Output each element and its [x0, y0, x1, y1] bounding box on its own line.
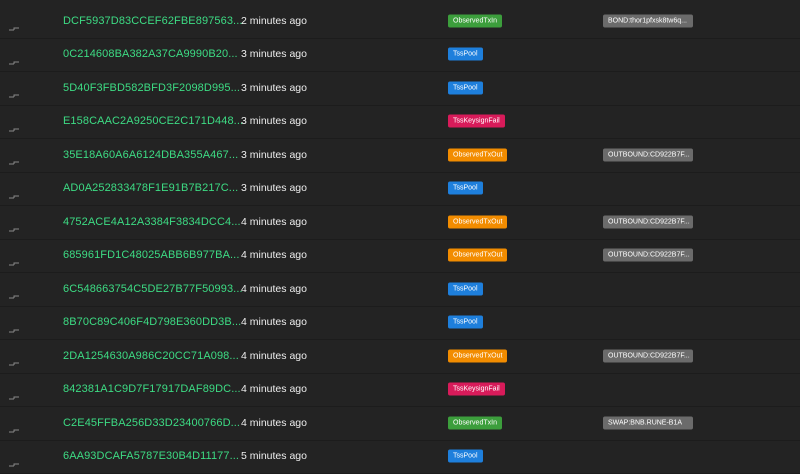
- transfer-arrow-icon: [9, 287, 19, 293]
- tx-hash-link[interactable]: E158CAAC2A9250CE2C171D448...: [63, 105, 243, 139]
- transfer-arrow-icon: [9, 455, 19, 461]
- transfer-arrow-icon: [9, 421, 19, 427]
- tx-type-badge: ObservedTxOut: [448, 249, 507, 262]
- tx-time: 2 minutes ago: [241, 4, 307, 38]
- transfer-arrow-icon: [9, 153, 19, 159]
- tx-time: 4 minutes ago: [241, 339, 307, 373]
- transfer-arrow-icon: [9, 120, 19, 126]
- transaction-row[interactable]: E158CAAC2A9250CE2C171D448...3 minutes ag…: [0, 105, 800, 140]
- transaction-row[interactable]: C2E45FFBA256D33D23400766D...4 minutes ag…: [0, 406, 800, 441]
- tx-hash-link[interactable]: 5D40F3FBD582BFD3F2098D995...: [63, 71, 240, 105]
- transaction-row[interactable]: 842381A1C9D7F17917DAF89DC...4 minutes ag…: [0, 373, 800, 408]
- transfer-arrow-icon: [9, 321, 19, 327]
- tx-hash-link[interactable]: 0C214608BA382A37CA9990B20...: [63, 38, 238, 72]
- transaction-row[interactable]: 8B70C89C406F4D798E360DD3B...4 minutes ag…: [0, 306, 800, 341]
- tx-type-badge: TssPool: [448, 81, 483, 94]
- transaction-row[interactable]: 4752ACE4A12A3384F3834DCC4...4 minutes ag…: [0, 205, 800, 240]
- tx-time: 3 minutes ago: [241, 71, 307, 105]
- tx-time: 4 minutes ago: [241, 406, 307, 440]
- tx-type-badge: ObservedTxOut: [448, 349, 507, 362]
- transaction-row[interactable]: 6AA93DCAFA5787E30B4D11177...5 minutes ag…: [0, 440, 800, 474]
- tx-time: 4 minutes ago: [241, 272, 307, 306]
- tx-time: 3 minutes ago: [241, 172, 307, 206]
- tx-time: 3 minutes ago: [241, 105, 307, 139]
- tx-type-badge: TssPool: [448, 282, 483, 295]
- transaction-row[interactable]: 685961FD1C48025ABB6B977BA...4 minutes ag…: [0, 239, 800, 274]
- transfer-arrow-icon: [9, 220, 19, 226]
- transfer-arrow-icon: [9, 388, 19, 394]
- tx-type-badge: ObservedTxIn: [448, 14, 502, 27]
- transaction-row[interactable]: 35E18A60A6A6124DBA355A467...3 minutes ag…: [0, 138, 800, 173]
- tx-time: 4 minutes ago: [241, 373, 307, 407]
- transaction-row[interactable]: DCF5937D83CCEF62FBE897563...2 minutes ag…: [0, 4, 800, 39]
- transfer-arrow-icon: [9, 354, 19, 360]
- tx-memo-badge: OUTBOUND:CD922B7F...: [603, 215, 693, 228]
- tx-memo-badge: BOND:thor1pfxsk8tw6q...: [603, 14, 693, 27]
- tx-hash-link[interactable]: 685961FD1C48025ABB6B977BA...: [63, 239, 239, 273]
- tx-memo-badge: OUTBOUND:CD922B7F...: [603, 249, 693, 262]
- tx-type-badge: TssPool: [448, 316, 483, 329]
- tx-memo-badge: OUTBOUND:CD922B7F...: [603, 148, 693, 161]
- transaction-row[interactable]: 0C214608BA382A37CA9990B20...3 minutes ag…: [0, 38, 800, 73]
- tx-time: 4 minutes ago: [241, 205, 307, 239]
- transfer-arrow-icon: [9, 53, 19, 59]
- tx-hash-link[interactable]: 35E18A60A6A6124DBA355A467...: [63, 138, 238, 172]
- tx-hash-link[interactable]: 842381A1C9D7F17917DAF89DC...: [63, 373, 241, 407]
- tx-hash-link[interactable]: 4752ACE4A12A3384F3834DCC4...: [63, 205, 241, 239]
- tx-time: 4 minutes ago: [241, 306, 307, 340]
- tx-hash-link[interactable]: 2DA1254630A986C20CC71A098...: [63, 339, 239, 373]
- tx-type-badge: TssKeysignFail: [448, 383, 505, 396]
- transaction-row[interactable]: 6C548663754C5DE27B77F50993...4 minutes a…: [0, 272, 800, 307]
- transaction-row[interactable]: 2DA1254630A986C20CC71A098...4 minutes ag…: [0, 339, 800, 374]
- tx-type-badge: ObservedTxIn: [448, 416, 502, 429]
- tx-type-badge: ObservedTxOut: [448, 215, 507, 228]
- transfer-arrow-icon: [9, 254, 19, 260]
- tx-memo-badge: SWAP:BNB.RUNE-B1A: [603, 416, 693, 429]
- tx-hash-link[interactable]: 8B70C89C406F4D798E360DD3B...: [63, 306, 241, 340]
- tx-time: 3 minutes ago: [241, 138, 307, 172]
- tx-time: 3 minutes ago: [241, 38, 307, 72]
- tx-time: 4 minutes ago: [241, 239, 307, 273]
- tx-type-badge: TssPool: [448, 48, 483, 61]
- transaction-row[interactable]: AD0A252833478F1E91B7B217C...3 minutes ag…: [0, 172, 800, 207]
- tx-hash-link[interactable]: 6C548663754C5DE27B77F50993...: [63, 272, 243, 306]
- transfer-arrow-icon: [9, 86, 19, 92]
- tx-hash-link[interactable]: C2E45FFBA256D33D23400766D...: [63, 406, 240, 440]
- transfer-arrow-icon: [9, 19, 19, 25]
- tx-type-badge: TssPool: [448, 450, 483, 463]
- tx-type-badge: TssKeysignFail: [448, 115, 505, 128]
- transaction-list: DCF5937D83CCEF62FBE897563...2 minutes ag…: [0, 0, 800, 462]
- tx-memo-badge: OUTBOUND:CD922B7F...: [603, 349, 693, 362]
- tx-hash-link[interactable]: 6AA93DCAFA5787E30B4D11177...: [63, 440, 239, 474]
- transfer-arrow-icon: [9, 187, 19, 193]
- tx-hash-link[interactable]: DCF5937D83CCEF62FBE897563...: [63, 4, 243, 38]
- tx-type-badge: TssPool: [448, 182, 483, 195]
- transaction-row[interactable]: 5D40F3FBD582BFD3F2098D995...3 minutes ag…: [0, 71, 800, 106]
- tx-hash-link[interactable]: AD0A252833478F1E91B7B217C...: [63, 172, 238, 206]
- tx-time: 5 minutes ago: [241, 440, 307, 474]
- tx-type-badge: ObservedTxOut: [448, 148, 507, 161]
